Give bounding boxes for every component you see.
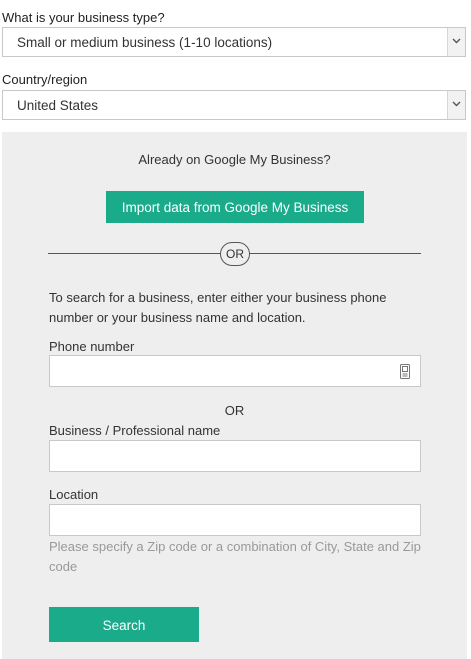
business-type-select[interactable]: Small or medium business (1-10 locations… xyxy=(2,27,466,57)
country-select[interactable]: United States xyxy=(2,90,466,120)
or-divider-badge: OR xyxy=(220,242,250,266)
business-search-panel: Already on Google My Business? Import da… xyxy=(2,132,467,659)
or-text: OR xyxy=(224,403,245,418)
country-value: United States xyxy=(17,98,99,113)
country-dropdown-arrow[interactable] xyxy=(447,91,465,119)
gmb-prompt: Already on Google My Business? xyxy=(138,152,331,167)
phone-icon xyxy=(400,364,410,379)
location-label: Location xyxy=(49,487,99,502)
location-input[interactable] xyxy=(49,504,421,536)
business-type-dropdown-arrow[interactable] xyxy=(447,28,465,56)
phone-input[interactable] xyxy=(49,355,421,387)
business-name-input[interactable] xyxy=(49,440,421,472)
business-type-value: Small or medium business (1-10 locations… xyxy=(17,35,273,50)
search-instructions: To search for a business, enter either y… xyxy=(49,290,387,325)
import-gmb-button[interactable]: Import data from Google My Business xyxy=(106,191,364,223)
chevron-down-icon xyxy=(452,101,461,107)
business-name-label: Business / Professional name xyxy=(49,423,221,438)
business-type-label: What is your business type? xyxy=(2,10,165,25)
phone-label: Phone number xyxy=(49,339,135,354)
location-hint: Please specify a Zip code or a combinati… xyxy=(49,539,421,574)
country-label: Country/region xyxy=(2,72,88,87)
chevron-down-icon xyxy=(452,38,461,44)
search-button[interactable]: Search xyxy=(49,607,199,642)
